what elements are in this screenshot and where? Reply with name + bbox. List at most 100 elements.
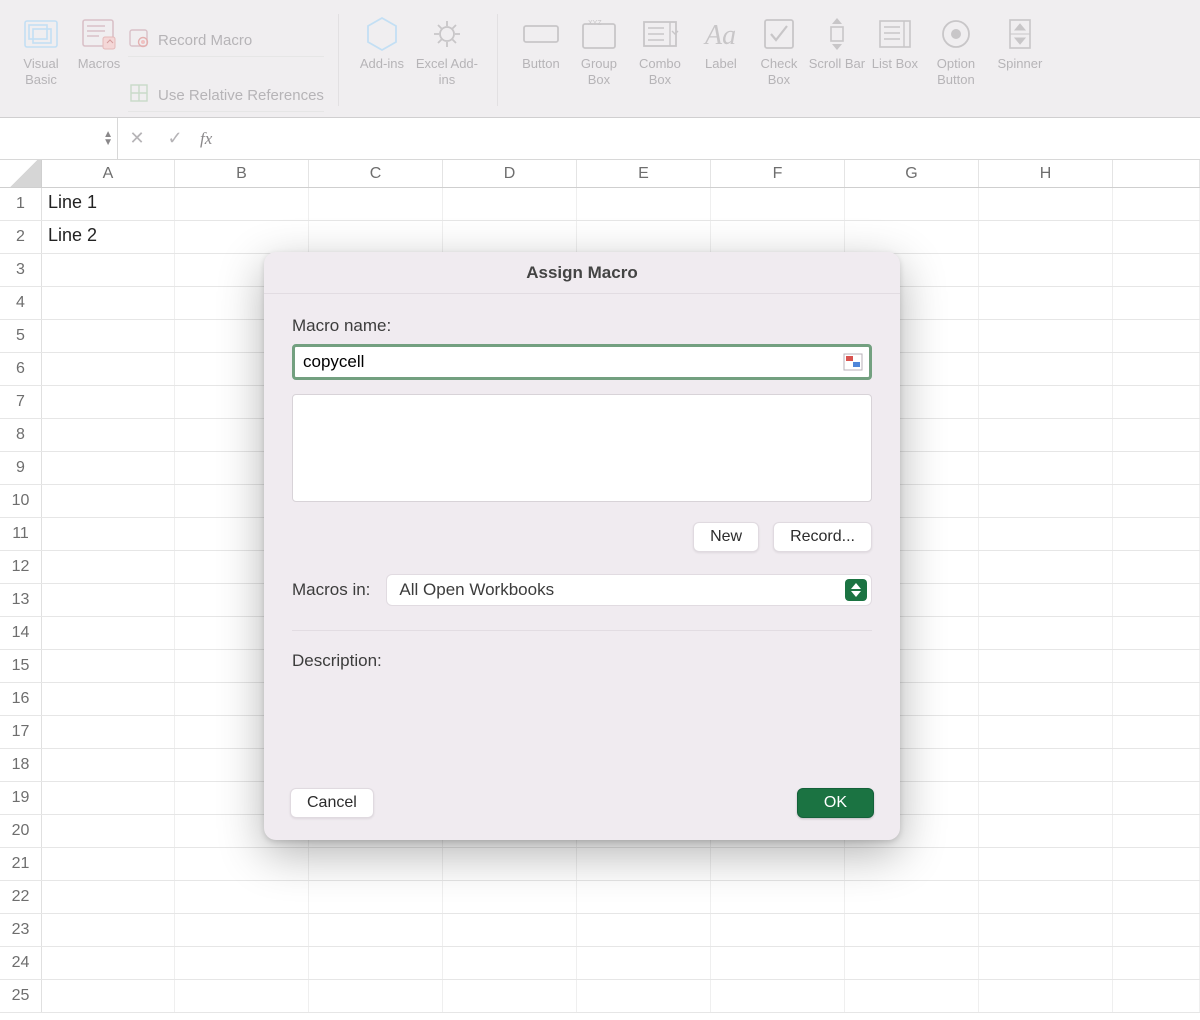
row-header[interactable]: 15 bbox=[0, 650, 42, 682]
cell[interactable] bbox=[979, 485, 1113, 517]
cell[interactable] bbox=[979, 386, 1113, 418]
cell[interactable] bbox=[42, 419, 175, 451]
cell[interactable] bbox=[979, 353, 1113, 385]
ok-button[interactable]: OK bbox=[797, 788, 874, 818]
cell[interactable] bbox=[42, 617, 175, 649]
cell[interactable] bbox=[42, 980, 175, 1012]
row-header[interactable]: 6 bbox=[0, 353, 42, 385]
cell[interactable]: Line 1 bbox=[42, 188, 175, 220]
cell[interactable] bbox=[577, 188, 711, 220]
cell[interactable] bbox=[309, 848, 443, 880]
cell[interactable] bbox=[577, 221, 711, 253]
cell[interactable] bbox=[845, 221, 979, 253]
cell[interactable] bbox=[845, 848, 979, 880]
name-box[interactable]: ▲▼ bbox=[0, 118, 118, 159]
row-header[interactable]: 20 bbox=[0, 815, 42, 847]
cell[interactable] bbox=[309, 881, 443, 913]
cell[interactable] bbox=[175, 980, 309, 1012]
cell[interactable] bbox=[979, 683, 1113, 715]
cell[interactable] bbox=[577, 947, 711, 979]
cell[interactable] bbox=[309, 914, 443, 946]
cell[interactable] bbox=[979, 716, 1113, 748]
row-header[interactable]: 5 bbox=[0, 320, 42, 352]
cell[interactable] bbox=[42, 287, 175, 319]
cell[interactable] bbox=[979, 650, 1113, 682]
cancel-entry-button[interactable]: ✕ bbox=[118, 118, 156, 159]
row-header[interactable]: 23 bbox=[0, 914, 42, 946]
cell[interactable] bbox=[979, 584, 1113, 616]
cell[interactable] bbox=[175, 188, 309, 220]
cell[interactable] bbox=[42, 683, 175, 715]
cell[interactable] bbox=[175, 947, 309, 979]
row-header[interactable]: 19 bbox=[0, 782, 42, 814]
cell[interactable] bbox=[979, 254, 1113, 286]
cell[interactable] bbox=[443, 221, 577, 253]
row-header[interactable]: 22 bbox=[0, 881, 42, 913]
visual-basic-button[interactable]: Visual Basic bbox=[12, 10, 70, 89]
insert-function-button[interactable]: fx bbox=[194, 118, 218, 159]
cell[interactable] bbox=[979, 320, 1113, 352]
column-header[interactable]: C bbox=[309, 160, 443, 187]
cell[interactable] bbox=[979, 617, 1113, 649]
cell[interactable] bbox=[443, 188, 577, 220]
cell[interactable] bbox=[711, 881, 845, 913]
cell[interactable] bbox=[845, 188, 979, 220]
cell[interactable] bbox=[711, 221, 845, 253]
cell[interactable] bbox=[979, 518, 1113, 550]
cell[interactable] bbox=[309, 221, 443, 253]
cell[interactable] bbox=[979, 188, 1113, 220]
cell[interactable] bbox=[42, 881, 175, 913]
row-header[interactable]: 10 bbox=[0, 485, 42, 517]
cell[interactable] bbox=[42, 518, 175, 550]
row-header[interactable]: 1 bbox=[0, 188, 42, 220]
row-header[interactable]: 21 bbox=[0, 848, 42, 880]
cell[interactable] bbox=[979, 980, 1113, 1012]
cell[interactable] bbox=[175, 881, 309, 913]
spinner-button[interactable]: Spinner bbox=[988, 10, 1052, 72]
cell[interactable] bbox=[711, 980, 845, 1012]
column-header[interactable]: F bbox=[711, 160, 845, 187]
cell[interactable] bbox=[175, 848, 309, 880]
cell[interactable] bbox=[979, 419, 1113, 451]
row-header[interactable]: 2 bbox=[0, 221, 42, 253]
cell[interactable] bbox=[42, 584, 175, 616]
cell[interactable] bbox=[42, 353, 175, 385]
row-header[interactable]: 13 bbox=[0, 584, 42, 616]
macros-button[interactable]: Macros bbox=[70, 10, 128, 72]
enter-entry-button[interactable]: ✓ bbox=[156, 118, 194, 159]
check-box-button[interactable]: Check Box bbox=[750, 10, 808, 89]
row-header[interactable]: 3 bbox=[0, 254, 42, 286]
cell[interactable] bbox=[309, 188, 443, 220]
label-button[interactable]: Aa Label bbox=[692, 10, 750, 72]
cell[interactable] bbox=[175, 914, 309, 946]
cell[interactable] bbox=[845, 881, 979, 913]
cell[interactable] bbox=[979, 551, 1113, 583]
cell[interactable] bbox=[577, 914, 711, 946]
row-header[interactable]: 25 bbox=[0, 980, 42, 1012]
cell[interactable] bbox=[175, 221, 309, 253]
cell[interactable] bbox=[42, 749, 175, 781]
cell[interactable] bbox=[979, 749, 1113, 781]
cell[interactable] bbox=[309, 980, 443, 1012]
cell[interactable] bbox=[42, 782, 175, 814]
cell[interactable] bbox=[845, 980, 979, 1012]
row-header[interactable]: 7 bbox=[0, 386, 42, 418]
cell[interactable] bbox=[443, 881, 577, 913]
row-header[interactable]: 14 bbox=[0, 617, 42, 649]
cell[interactable] bbox=[42, 815, 175, 847]
row-header[interactable]: 18 bbox=[0, 749, 42, 781]
record-macro-button[interactable]: Record Macro bbox=[128, 24, 324, 57]
combo-box-button[interactable]: Combo Box bbox=[628, 10, 692, 89]
macros-in-select[interactable]: All Open Workbooks bbox=[386, 574, 872, 606]
cell[interactable] bbox=[577, 980, 711, 1012]
formula-input[interactable] bbox=[218, 118, 1200, 159]
cell[interactable] bbox=[979, 848, 1113, 880]
row-header[interactable]: 24 bbox=[0, 947, 42, 979]
cell[interactable] bbox=[711, 947, 845, 979]
column-header[interactable]: A bbox=[42, 160, 175, 187]
cell[interactable] bbox=[42, 650, 175, 682]
cell[interactable] bbox=[443, 914, 577, 946]
row-header[interactable]: 9 bbox=[0, 452, 42, 484]
cell[interactable] bbox=[979, 914, 1113, 946]
cell[interactable] bbox=[979, 881, 1113, 913]
